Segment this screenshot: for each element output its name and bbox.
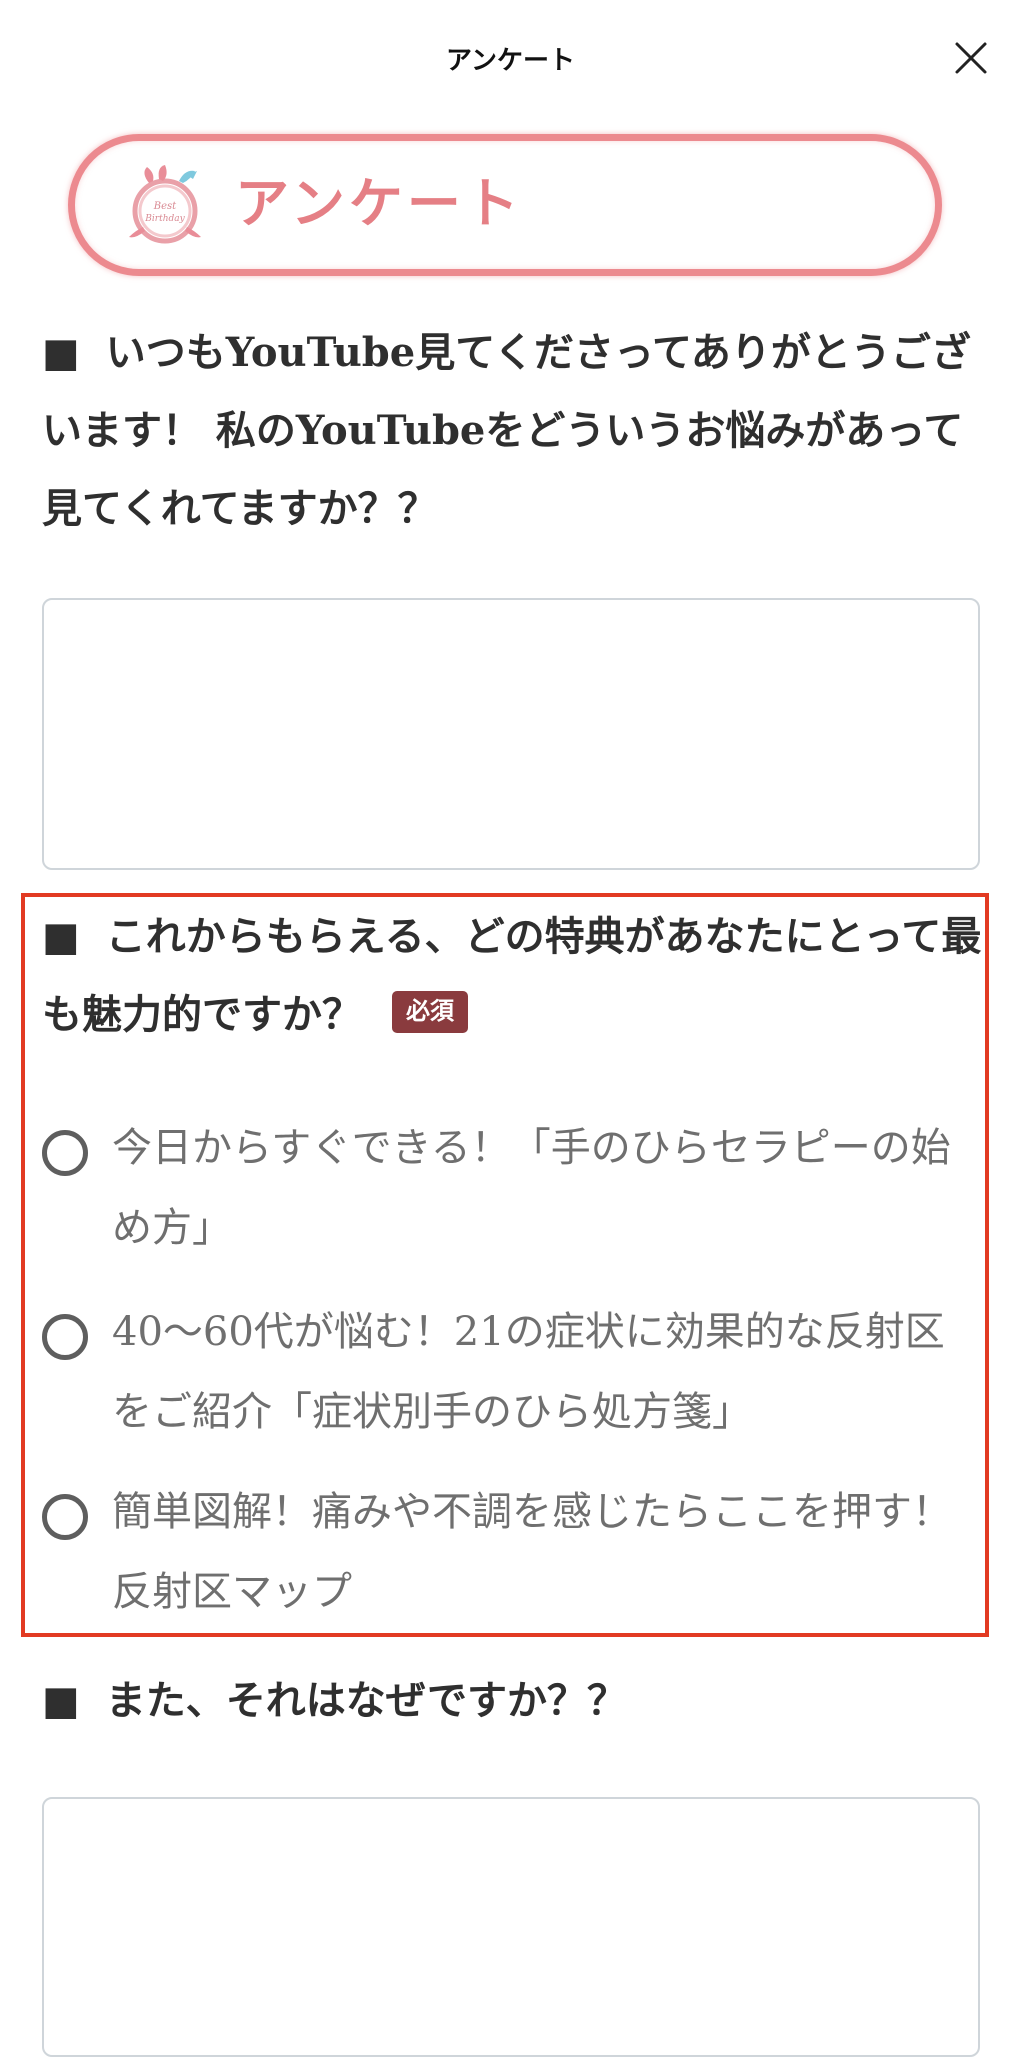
close-button[interactable] <box>947 34 995 82</box>
question-2-text: これからもらえる、どの特典があなたにとって最も魅力的ですか？ <box>42 913 982 1038</box>
question-3-label: ■ また、それはなぜですか？？ <box>42 1662 982 1740</box>
question-3-answer-input[interactable] <box>42 1797 980 2057</box>
wreath-logo-icon: Best Birthday <box>129 165 201 244</box>
question-3-text: また、それはなぜですか？？ <box>105 1677 627 1724</box>
page-title: アンケート <box>446 46 575 76</box>
question-1-answer-input[interactable] <box>42 598 980 870</box>
option-2-label: 40〜60代が悩む！21の症状に効果的な反射区をご紹介「症状別手のひら処方箋」 <box>112 1309 945 1435</box>
top-bar: アンケート <box>0 0 1021 120</box>
close-icon <box>955 42 987 74</box>
question-1-label: ■ いつもYouTube見てくださってありがとうございます！ 私のYouTubeを… <box>42 314 982 548</box>
radio-button[interactable] <box>42 1494 88 1540</box>
radio-button[interactable] <box>42 1314 88 1360</box>
radio-button[interactable] <box>42 1130 88 1176</box>
banner-title: アンケート <box>235 171 523 235</box>
question-2-label: ■ これからもらえる、どの特典があなたにとって最も魅力的ですか？ 必須 <box>42 898 982 1054</box>
question-1-text: いつもYouTube見てくださってありがとうございます！ 私のYouTubeをど… <box>42 329 971 532</box>
question-marker: ■ <box>42 1677 80 1724</box>
option-2[interactable]: 40〜60代が悩む！21の症状に効果的な反射区をご紹介「症状別手のひら処方箋」 <box>42 1292 972 1452</box>
logo-text-best: Best <box>153 201 177 212</box>
option-3-label: 簡単図解！痛みや不調を感じたらここを押す！反射区マップ <box>112 1489 952 1615</box>
option-3[interactable]: 簡単図解！痛みや不調を感じたらここを押す！反射区マップ <box>42 1472 972 1632</box>
option-1[interactable]: 今日からすぐできる！「手のひらセラピーの始め方」 <box>42 1108 972 1268</box>
required-badge: 必須 <box>392 991 468 1033</box>
option-1-label: 今日からすぐできる！「手のひらセラピーの始め方」 <box>112 1125 951 1251</box>
logo-text-birthday: Birthday <box>144 214 185 224</box>
survey-banner: Best Birthday アンケート <box>68 134 942 276</box>
question-marker: ■ <box>42 329 80 376</box>
question-marker: ■ <box>42 913 80 960</box>
